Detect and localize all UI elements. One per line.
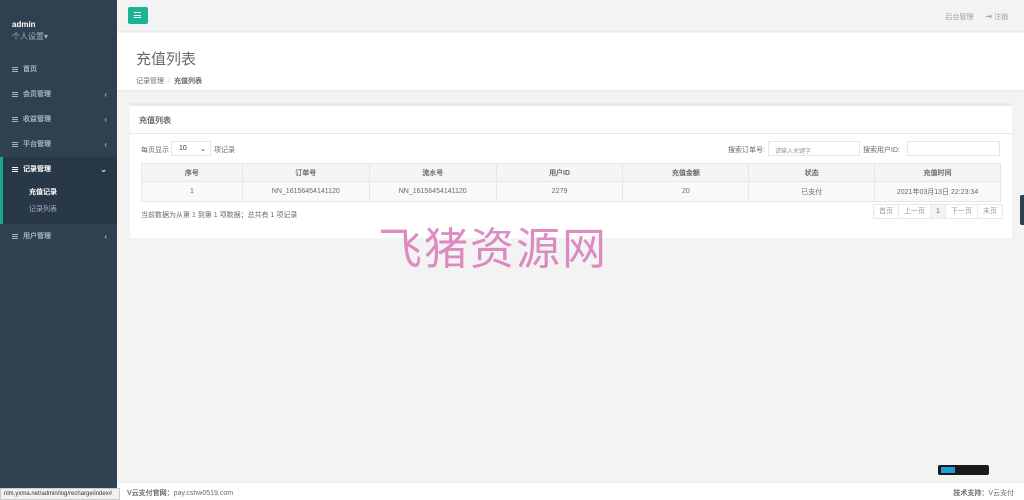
table-header-row: 序号 订单号 流水号 用户ID 充值金额 状态 充值时间 xyxy=(141,163,1001,182)
column-header[interactable]: 充值金额 xyxy=(622,163,750,182)
pager-prev-button[interactable]: 上一页 xyxy=(899,205,931,218)
browser-status-url: nlm.yxma.net/admin/log/recharge/index# xyxy=(0,488,120,500)
search-order-input[interactable]: 请输入关键字 xyxy=(768,141,860,156)
pager-last-button[interactable]: 末页 xyxy=(978,205,1002,218)
chevron-left-icon: ‹ xyxy=(104,140,107,149)
page-heading: 充值列表 记录管理 / 充值列表 xyxy=(117,33,1024,91)
search-user-input[interactable] xyxy=(907,141,1000,156)
list-icon xyxy=(12,116,18,122)
corner-badge-icon xyxy=(938,465,989,475)
sidebar: admin 个人设置▾ 首页 会员管理 ‹ 收益管理 ‹ 平台管理 ‹ 记录管理… xyxy=(0,0,117,500)
watermark: 飞猪资源网 xyxy=(378,224,608,275)
footer-left: V云支付官网：pay.cshw0519.com xyxy=(127,490,234,497)
table-info: 当前数据为从第 1 到第 1 项数据；总共有 1 项记录 xyxy=(141,212,298,219)
personal-settings-link[interactable]: 个人设置▾ xyxy=(12,31,117,42)
hamburger-icon xyxy=(134,12,141,18)
sidebar-item-home[interactable]: 首页 xyxy=(0,57,117,82)
page-length-select[interactable]: 10 ⌄ xyxy=(171,141,211,156)
table-row: 1 NN_16156454141120 NN_16156454141120 22… xyxy=(141,181,1001,202)
column-header[interactable]: 用户ID xyxy=(495,163,624,182)
sidebar-subitem-recharge-records[interactable]: 充值记录 xyxy=(3,184,117,201)
logout-link[interactable]: 注销 xyxy=(994,14,1008,21)
column-header[interactable]: 流水号 xyxy=(368,163,497,182)
list-icon xyxy=(12,141,18,147)
recharge-table: 序号 订单号 流水号 用户ID 充值金额 状态 充值时间 1 NN_161564… xyxy=(141,163,1001,202)
column-header[interactable]: 充值时间 xyxy=(874,163,1001,182)
search-user-label: 搜索用户ID: xyxy=(863,147,900,154)
panel-title: 充值列表 xyxy=(130,106,1012,134)
breadcrumb-separator: / xyxy=(168,78,170,85)
column-header[interactable]: 序号 xyxy=(141,163,243,182)
list-icon xyxy=(12,66,18,72)
menu-toggle-button[interactable] xyxy=(128,7,148,24)
pagination: 首页 上一页 1 下一页 末页 xyxy=(873,204,1003,219)
list-icon xyxy=(12,233,18,239)
top-right-links: 后台管理 ⇥ 注销 xyxy=(945,12,1008,22)
pager-page-button[interactable]: 1 xyxy=(931,205,946,218)
table-cell: 1 xyxy=(141,181,243,202)
column-header[interactable]: 状态 xyxy=(748,163,876,182)
pager-next-button[interactable]: 下一页 xyxy=(946,205,978,218)
column-header[interactable]: 订单号 xyxy=(241,163,370,182)
logout-icon: ⇥ xyxy=(985,12,992,21)
table-cell: NN_16156454141120 xyxy=(241,181,370,202)
chevron-left-icon: ‹ xyxy=(104,90,107,99)
table-cell: 已支付 xyxy=(748,181,876,202)
records-submenu: 充值记录 记录列表 xyxy=(0,182,117,224)
chevron-left-icon: ‹ xyxy=(104,232,107,241)
chevron-down-icon: ⌄ xyxy=(200,146,206,153)
table-cell: 2021年03月13日 22:23:34 xyxy=(874,181,1001,202)
chevron-left-icon: ‹ xyxy=(104,115,107,124)
list-icon xyxy=(12,166,18,172)
page-length-suffix: 项记录 xyxy=(214,147,235,154)
breadcrumb: 记录管理 / 充值列表 xyxy=(136,76,1024,86)
table-cell: 20 xyxy=(622,181,750,202)
footer-right: 技术支持：V云支付 xyxy=(953,490,1014,497)
search-order-label: 搜索订单号: xyxy=(728,147,765,154)
sidebar-item-records[interactable]: 记录管理 ⌄ xyxy=(0,157,117,182)
top-navbar: 后台管理 ⇥ 注销 xyxy=(117,0,1024,32)
profile: admin 个人设置▾ xyxy=(0,0,117,57)
sidebar-item-platform[interactable]: 平台管理 ‹ xyxy=(0,132,117,157)
username[interactable]: admin xyxy=(12,20,117,29)
page-title: 充值列表 xyxy=(136,51,197,68)
footer: V云支付官网：pay.cshw0519.com 技术支持：V云支付 xyxy=(117,482,1024,500)
sidebar-item-users[interactable]: 用户管理 ‹ xyxy=(0,224,117,249)
pager-first-button[interactable]: 首页 xyxy=(874,205,899,218)
breadcrumb-parent[interactable]: 记录管理 xyxy=(136,78,164,85)
sidebar-subitem-record-list[interactable]: 记录列表 xyxy=(3,201,117,218)
admin-link[interactable]: 后台管理 xyxy=(945,14,973,21)
breadcrumb-current: 充值列表 xyxy=(173,78,202,85)
table-controls: 每页显示 10 ⌄ 项记录 搜索订单号: 请输入关键字 搜索用户ID: xyxy=(130,134,1012,158)
table-cell: 2279 xyxy=(495,181,624,202)
scroll-handle[interactable] xyxy=(1020,195,1024,225)
sidebar-item-earnings[interactable]: 收益管理 ‹ xyxy=(0,107,117,132)
chevron-down-icon: ⌄ xyxy=(100,165,107,174)
caret-down-icon: ▾ xyxy=(44,32,49,41)
list-icon xyxy=(12,91,18,97)
page-length-label: 每页显示 xyxy=(141,147,169,154)
table-cell: NN_16156454141120 xyxy=(368,181,497,202)
sidebar-item-members[interactable]: 会员管理 ‹ xyxy=(0,82,117,107)
footer-site-link[interactable]: pay.cshw0519.com xyxy=(174,490,233,497)
